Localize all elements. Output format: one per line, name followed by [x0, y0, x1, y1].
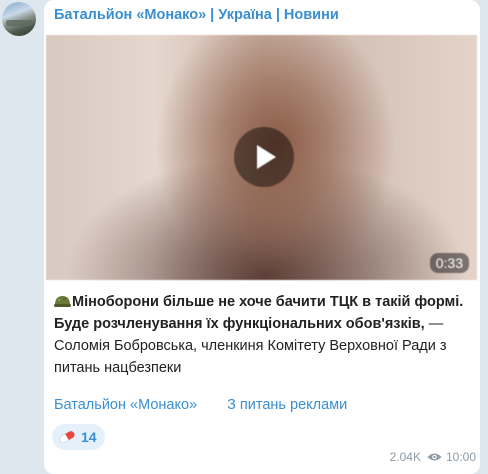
post-headline: Міноборони більше не хоче бачити ТЦК в т… — [54, 294, 464, 332]
channel-avatar[interactable] — [2, 2, 36, 36]
video-duration: 0:33 — [429, 253, 469, 273]
ads-link[interactable]: З питань реклами — [227, 397, 347, 413]
pill-icon — [59, 430, 75, 444]
message-meta: 2.04K 10:00 — [390, 450, 476, 464]
helmet-icon — [54, 296, 71, 307]
play-button[interactable] — [234, 127, 294, 187]
post-text: Міноборони більше не хоче бачити ТЦК в т… — [54, 291, 470, 379]
video-preview[interactable]: 0:33 — [46, 35, 477, 280]
channel-title[interactable]: Батальйон «Монако» | Україна | Новини — [54, 7, 339, 23]
view-count: 2.04K — [389, 450, 421, 464]
message-time: 10:00 — [445, 450, 476, 464]
message-bubble: Батальйон «Монако» | Україна | Новини 0:… — [44, 0, 480, 474]
post-links: Батальйон «Монако» З питань реклами — [54, 397, 373, 413]
reaction-button[interactable]: 14 — [52, 424, 105, 450]
channel-link[interactable]: Батальйон «Монако» — [54, 397, 197, 413]
eye-icon — [427, 453, 442, 461]
play-icon — [257, 145, 276, 169]
reaction-count: 14 — [81, 429, 97, 445]
